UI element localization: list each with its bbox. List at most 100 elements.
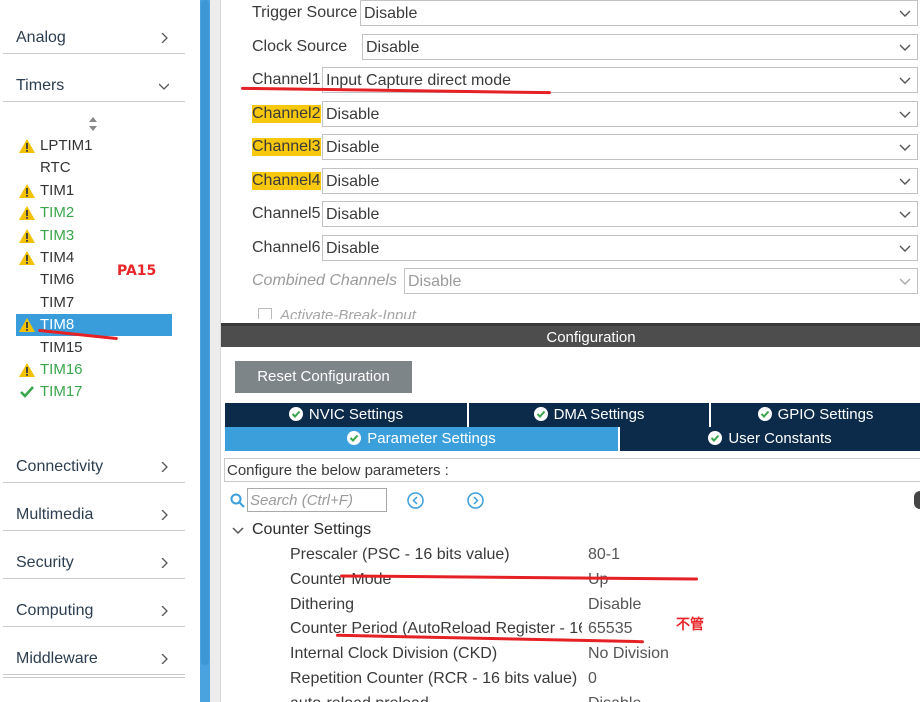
mode-select-value: Disable — [326, 240, 380, 257]
mode-label: Channel4 — [252, 172, 321, 190]
timer-label: TIM15 — [40, 338, 83, 356]
tab-user-constants[interactable]: User Constants — [620, 427, 920, 451]
mode-label: Channel6 — [252, 239, 321, 256]
timer-item[interactable]: TIM1 — [16, 180, 172, 202]
parameter-row[interactable]: Dithering Disable — [290, 595, 910, 617]
category-multimedia[interactable]: Multimedia — [3, 485, 185, 531]
check-circle-icon — [757, 407, 772, 421]
mode-select-value: Disable — [326, 173, 380, 190]
warning-icon — [19, 363, 35, 377]
mode-select-value: Disable — [408, 273, 462, 290]
chevron-right-icon — [161, 558, 168, 568]
mode-row: Combined Channels Disable — [252, 268, 918, 294]
parameter-row[interactable]: auto-reload preload Disable — [290, 694, 910, 702]
warning-icon — [19, 206, 35, 221]
sort-icon[interactable] — [88, 116, 98, 132]
check-icon — [20, 386, 34, 399]
parameter-value[interactable]: 0 — [588, 670, 597, 688]
configure-note: Configure the below parameters : — [224, 458, 920, 482]
mode-select-value: Disable — [366, 39, 420, 56]
dropdown-arrow-icon — [899, 211, 911, 218]
dropdown-arrow-icon — [899, 278, 911, 285]
timer-item[interactable]: TIM8 — [16, 314, 172, 337]
break-input-checkbox[interactable] — [258, 308, 272, 319]
timer-label: LPTIM1 — [40, 137, 93, 154]
parameter-value[interactable]: No Division — [588, 645, 669, 663]
annotation-buguan: 不管 — [676, 617, 704, 633]
parameter-name: Dithering — [290, 595, 355, 613]
tab-label: Parameter Settings — [367, 430, 496, 447]
category-analog[interactable]: Analog — [3, 8, 185, 54]
tab-label: User Constants — [728, 430, 832, 447]
next-match-icon[interactable] — [467, 492, 484, 509]
category-timers[interactable]: Timers — [3, 56, 185, 102]
mode-select[interactable]: Disable — [322, 235, 918, 261]
mode-label: Trigger Source — [252, 4, 358, 21]
tab-label: NVIC Settings — [308, 406, 404, 423]
timer-item[interactable]: LPTIM1 — [16, 135, 172, 157]
category-security[interactable]: Security — [3, 533, 185, 579]
timer-item[interactable]: RTC — [16, 157, 172, 179]
break-input-row[interactable]: Activate-Break-Input — [258, 305, 558, 319]
parameter-value[interactable]: Disable — [588, 695, 641, 702]
annotation-pa15: PA15 — [117, 263, 157, 279]
timer-label: TIM4 — [40, 249, 75, 266]
tab-gpio-settings[interactable]: GPIO Settings — [711, 403, 920, 427]
mode-select[interactable]: Disable — [322, 168, 918, 194]
timer-item[interactable]: TIM7 — [16, 292, 172, 314]
timer-item[interactable]: TIM15 — [16, 337, 172, 359]
mode-select[interactable]: Disable — [360, 0, 918, 26]
category-label: Timers — [16, 77, 65, 94]
break-input-label: Activate-Break-Input — [280, 307, 416, 319]
previous-match-icon[interactable] — [407, 492, 424, 509]
parameter-value[interactable]: Up — [588, 571, 608, 589]
category-computing[interactable]: Computing — [3, 581, 185, 627]
check-circle-icon — [708, 431, 723, 445]
category-middleware[interactable]: Middleware — [3, 629, 185, 675]
sidebar: Analog Timers LPTIM1 RTC TIM1 TIM2 TIM3 TIM4 T… — [0, 0, 200, 702]
timer-item[interactable]: TIM16 — [16, 359, 172, 381]
category-connectivity[interactable]: Connectivity — [3, 437, 185, 483]
parameter-row[interactable]: Counter Mode Up — [290, 570, 910, 592]
tab-label: GPIO Settings — [777, 406, 874, 423]
mode-select[interactable]: Disable — [362, 34, 918, 60]
mode-select[interactable]: Disable — [322, 201, 918, 227]
panel-splitter[interactable] — [210, 0, 221, 702]
category-label: Middleware — [16, 650, 98, 667]
tab-label: DMA Settings — [553, 406, 645, 423]
parameter-row[interactable]: Repetition Counter (RCR - 16 bits value)… — [290, 669, 910, 691]
mode-label: Channel2 — [252, 105, 321, 123]
parameter-row[interactable]: Counter Period (AutoReload Register - 16… — [290, 619, 910, 641]
parameter-value[interactable]: 80-1 — [588, 546, 620, 564]
category-label: Security — [16, 554, 74, 571]
check-circle-icon — [533, 407, 548, 421]
tab-parameter-settings[interactable]: Parameter Settings — [225, 427, 620, 451]
reset-configuration-button[interactable]: Reset Configuration — [235, 361, 412, 393]
search-icon[interactable] — [230, 493, 245, 508]
timer-item[interactable]: TIM3 — [16, 225, 172, 247]
mode-select[interactable]: Disable — [322, 134, 918, 160]
parameter-value[interactable]: Disable — [588, 596, 641, 614]
section-title: Counter Settings — [252, 521, 372, 538]
parameter-row[interactable]: Internal Clock Division (CKD) No Division — [290, 644, 910, 666]
sidebar-scrollbar[interactable] — [200, 0, 210, 702]
mode-select[interactable]: Disable — [322, 101, 918, 127]
mode-label: Clock Source — [252, 38, 348, 55]
mode-row: Channel2 Disable — [252, 101, 918, 127]
timer-item[interactable]: TIM17 — [16, 381, 172, 403]
mode-label: Combined Channels — [252, 272, 397, 289]
timer-label: TIM1 — [40, 181, 75, 199]
search-input[interactable] — [247, 488, 387, 512]
mode-row: Trigger Source Disable — [252, 0, 918, 26]
warning-icon — [19, 183, 35, 198]
tab-dma-settings[interactable]: DMA Settings — [469, 403, 711, 427]
tab-nvic-settings[interactable]: NVIC Settings — [225, 403, 469, 427]
category-label: Multimedia — [16, 506, 94, 523]
timer-item[interactable]: TIM2 — [16, 202, 172, 224]
dropdown-arrow-icon — [899, 10, 911, 17]
parameter-row[interactable]: Prescaler (PSC - 16 bits value) 80-1 — [290, 545, 910, 567]
scrollbar-thumb[interactable] — [201, 0, 209, 665]
parameter-value[interactable]: 65535 — [588, 620, 633, 638]
info-icon[interactable] — [914, 491, 920, 509]
category-label: Connectivity — [16, 458, 104, 475]
